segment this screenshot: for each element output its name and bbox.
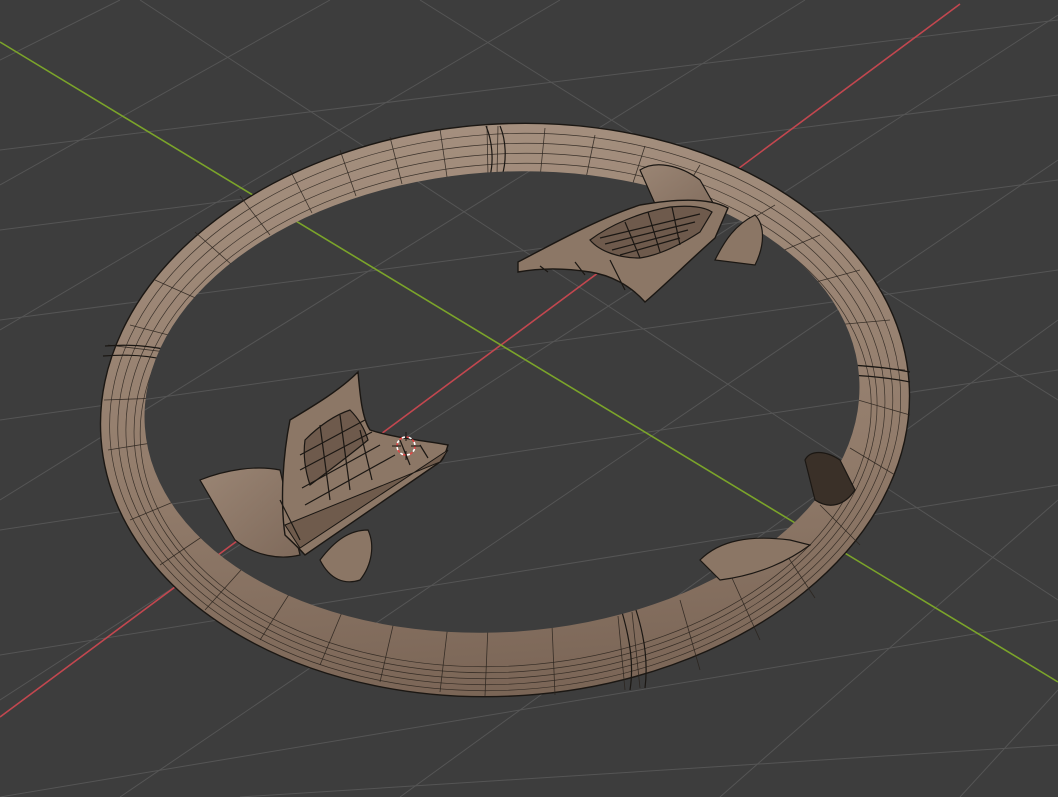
steering-wheel-mesh[interactable] bbox=[81, 96, 929, 723]
wheel-rim[interactable] bbox=[81, 96, 929, 723]
3d-viewport[interactable] bbox=[0, 0, 1058, 797]
